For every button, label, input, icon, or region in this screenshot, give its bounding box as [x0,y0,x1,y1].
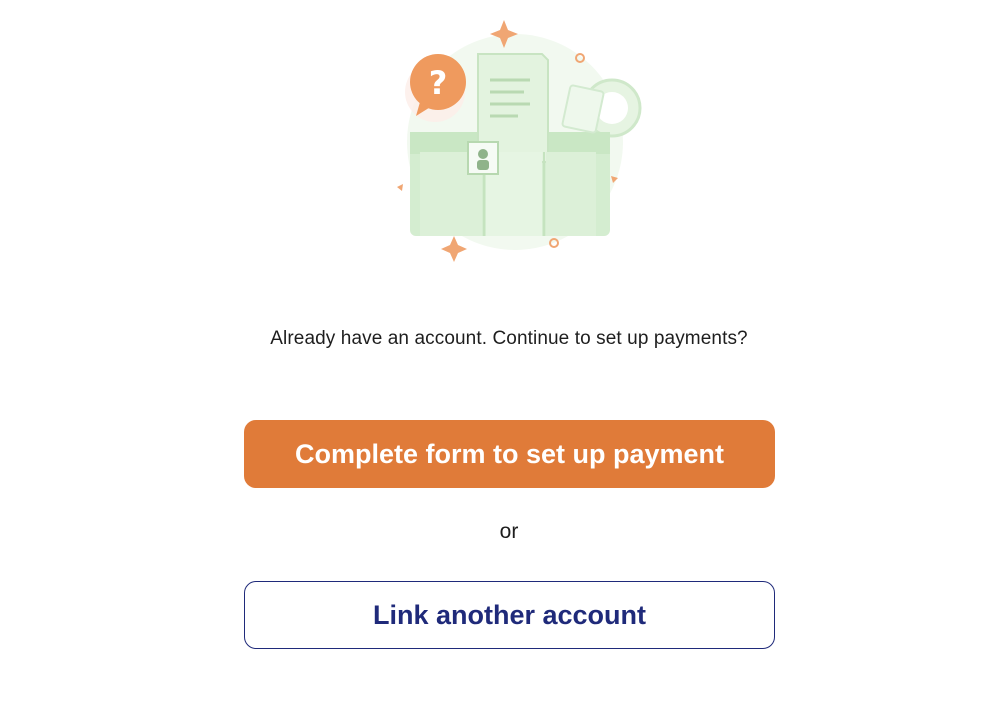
payment-form-illustration-icon: ? [380,12,650,272]
setup-payments-page: ? Already have an account. Continue to s… [0,0,1000,703]
complete-form-button[interactable]: Complete form to set up payment [244,420,775,488]
or-separator: or [499,520,519,543]
link-another-account-button[interactable]: Link another account [244,581,775,649]
setup-payments-prompt: Already have an account. Continue to set… [270,328,748,349]
question-badge-symbol: ? [429,64,448,102]
